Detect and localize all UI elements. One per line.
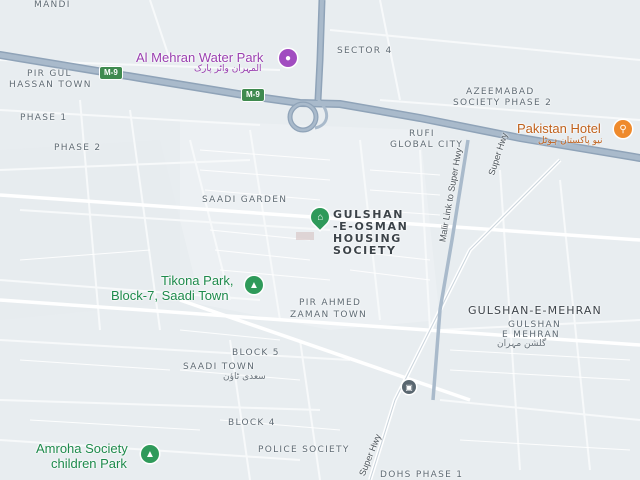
- poi-al-mehran-water-park[interactable]: Al Mehran Water Park: [136, 50, 263, 65]
- selected-place-line4[interactable]: SOCIETY: [333, 244, 397, 257]
- area-label-phase1: PHASE 1: [20, 113, 68, 123]
- area-label-police-society: POLICE SOCIETY: [258, 445, 350, 455]
- area-label-pir-ahmed-line2: ZAMAN TOWN: [290, 310, 368, 320]
- area-label-azeemabad-line1: AZEEMABAD: [466, 87, 535, 97]
- map-canvas[interactable]: MANDI SECTOR 4 PIR GUL HASSAN TOWN PHASE…: [0, 0, 640, 480]
- hotel-icon[interactable]: ⚲: [614, 120, 632, 138]
- poi-amroha-park-line2[interactable]: children Park: [51, 456, 127, 471]
- bus-station-icon[interactable]: ▣: [402, 380, 416, 394]
- area-label-rufi-line2: GLOBAL CITY: [390, 140, 464, 150]
- area-label-pir-gul-line1: PIR GUL: [27, 69, 72, 79]
- tree-icon[interactable]: ▲: [245, 276, 263, 294]
- poi-tikona-park-line1[interactable]: Tikona Park,: [161, 273, 234, 288]
- area-label-gulshan-sub-line1: GULSHAN: [508, 320, 562, 330]
- area-label-rufi-line1: RUFI: [409, 129, 435, 139]
- motorway-shield-m9-west: M-9: [99, 66, 123, 80]
- poi-amroha-park-line1[interactable]: Amroha Society: [36, 441, 128, 456]
- urdu-label-hotel: نیو پاکستان ہوٹل: [538, 136, 603, 146]
- map-base-layer: [0, 0, 640, 480]
- urdu-label-water-park: المہران واٹر پارک: [194, 64, 262, 74]
- motorway-shield-m9-east: M-9: [241, 88, 265, 102]
- area-label-block5: BLOCK 5: [232, 348, 280, 358]
- area-label-phase2: PHASE 2: [54, 143, 102, 153]
- area-label-saadi-town: SAADI TOWN: [183, 362, 256, 372]
- area-label-block4: BLOCK 4: [228, 418, 276, 428]
- urdu-label-saadi-town: سعدی ٹاؤن: [223, 372, 266, 382]
- area-label-mandi: MANDI: [34, 0, 71, 10]
- poi-tikona-park-line2[interactable]: Block-7, Saadi Town: [111, 288, 229, 303]
- area-label-sector4: SECTOR 4: [337, 46, 393, 56]
- poi-pakistan-hotel[interactable]: Pakistan Hotel: [517, 121, 601, 136]
- urdu-label-gulshan-mehran: گلشن مہران: [497, 339, 547, 349]
- area-label-gulshan-e-mehran: GULSHAN-E-MEHRAN: [468, 304, 602, 317]
- water-park-icon[interactable]: ●: [279, 49, 297, 67]
- tree-icon[interactable]: ▲: [141, 445, 159, 463]
- area-label-pir-gul-line2: HASSAN TOWN: [9, 80, 92, 90]
- area-label-pir-ahmed-line1: PIR AHMED: [299, 298, 362, 308]
- area-label-azeemabad-line2: SOCIETY PHASE 2: [453, 98, 553, 108]
- area-label-dohs-phase1: DOHS PHASE 1: [380, 470, 464, 480]
- area-label-saadi-garden: SAADI GARDEN: [202, 195, 288, 205]
